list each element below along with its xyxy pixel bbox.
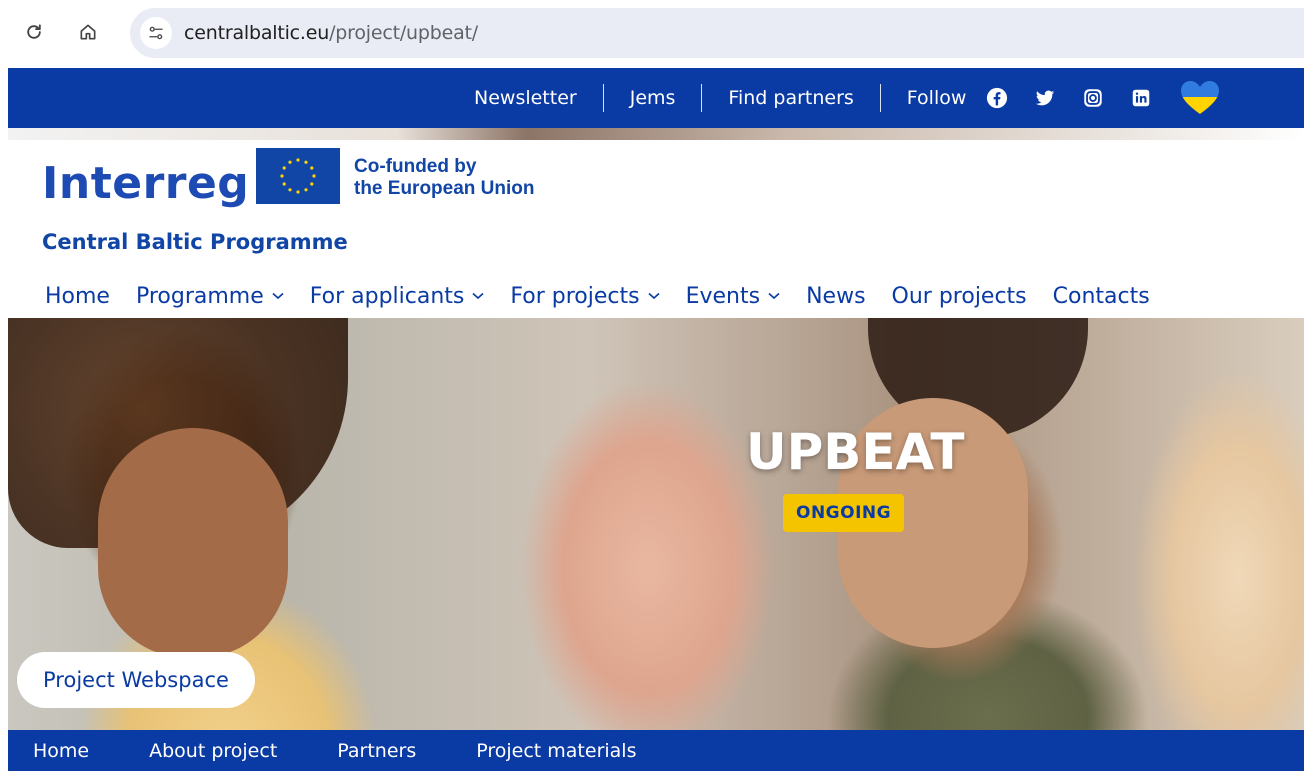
project-nav-partners[interactable]: Partners (337, 740, 416, 762)
find-partners-link[interactable]: Find partners (728, 87, 853, 109)
divider (701, 84, 703, 112)
chevron-down-icon (472, 288, 484, 304)
eu-flag-icon (256, 148, 340, 204)
nav-label: For applicants (309, 283, 465, 309)
header-image-strip (8, 128, 1304, 140)
hero-photo-detail (98, 428, 288, 658)
project-nav-materials[interactable]: Project materials (476, 740, 636, 762)
follow-label: Follow (906, 87, 967, 109)
utility-bar: Newsletter Jems Find partners Follow (8, 68, 1304, 128)
chevron-down-icon (648, 288, 660, 304)
jems-link[interactable]: Jems (630, 87, 676, 109)
cofunded-line1: Co-funded by (354, 156, 477, 177)
nav-label: Our projects (891, 283, 1027, 309)
project-title: UPBEAT (746, 423, 965, 481)
cofunded-text: Co-funded by the European Union (354, 156, 535, 200)
site-header: Interreg Co-funded by the European Union… (8, 128, 1304, 318)
twitter-icon[interactable] (1034, 87, 1056, 109)
project-webspace-button[interactable]: Project Webspace (17, 652, 255, 708)
project-nav-home[interactable]: Home (33, 740, 89, 762)
nav-for-applicants[interactable]: For applicants (310, 284, 485, 309)
ukraine-heart-icon (1180, 80, 1220, 116)
programme-name: Central Baltic Programme (42, 230, 348, 254)
facebook-icon[interactable] (986, 87, 1008, 109)
cofunded-line2: the European Union (354, 178, 535, 199)
url-host: centralbaltic.eu (184, 22, 330, 44)
nav-label: For projects (510, 283, 640, 309)
nav-label: Events (685, 283, 761, 309)
newsletter-link[interactable]: Newsletter (474, 87, 577, 109)
nav-label: Home (45, 283, 110, 309)
url-text[interactable]: centralbaltic.eu/project/upbeat/ (184, 22, 478, 44)
status-badge: ONGOING (783, 494, 905, 532)
project-nav-about[interactable]: About project (149, 740, 277, 762)
chevron-down-icon (272, 288, 284, 304)
project-nav: Home About project Partners Project mate… (8, 730, 1304, 771)
nav-for-projects[interactable]: For projects (510, 283, 660, 309)
nav-label: Programme (135, 283, 264, 309)
nav-news[interactable]: News (806, 284, 865, 309)
nav-programme[interactable]: Programme (136, 284, 284, 309)
nav-events[interactable]: Events (686, 284, 781, 309)
nav-label: News (806, 283, 866, 309)
hero-banner: UPBEAT ONGOING Project Webspace (8, 318, 1304, 730)
chevron-down-icon (768, 288, 780, 304)
main-nav: Home Programme For applicants For projec… (45, 276, 1176, 316)
nav-contacts[interactable]: Contacts (1053, 284, 1150, 309)
home-icon[interactable] (70, 14, 106, 50)
nav-home[interactable]: Home (45, 284, 110, 309)
divider (879, 84, 881, 112)
nav-label: Contacts (1052, 283, 1150, 309)
address-bar[interactable]: centralbaltic.eu/project/upbeat/ (130, 8, 1304, 58)
instagram-icon[interactable] (1082, 87, 1104, 109)
reload-icon[interactable] (16, 14, 52, 50)
linkedin-icon[interactable] (1130, 87, 1152, 109)
interreg-logo[interactable]: Interreg (42, 158, 249, 209)
browser-toolbar: centralbaltic.eu/project/upbeat/ (0, 0, 1304, 68)
divider (602, 84, 604, 112)
nav-our-projects[interactable]: Our projects (892, 284, 1027, 309)
site-settings-icon[interactable] (140, 17, 172, 49)
utility-links: Newsletter Jems Find partners Follow (474, 68, 1220, 128)
url-path: /project/upbeat/ (329, 22, 478, 44)
web-page: Newsletter Jems Find partners Follow Int… (8, 68, 1304, 771)
